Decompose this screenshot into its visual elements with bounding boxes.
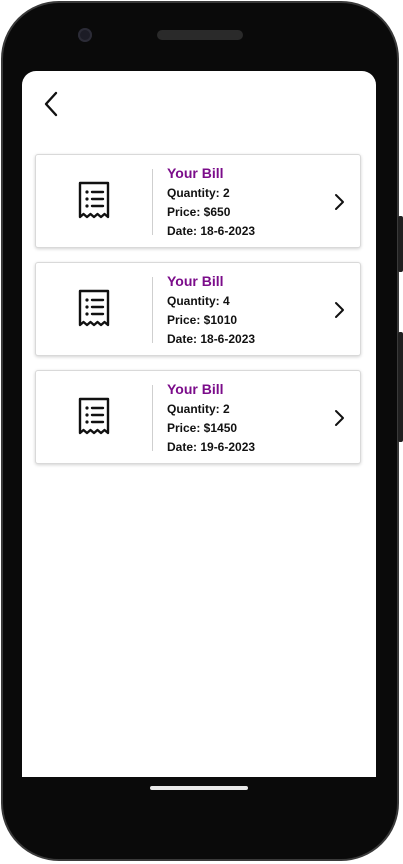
volume-button — [398, 332, 403, 442]
bill-price: Price: $1450 — [167, 421, 238, 435]
bill-quantity: Quantity: 4 — [167, 294, 230, 308]
bill-date: Date: 19-6-2023 — [167, 440, 256, 454]
front-camera — [78, 28, 92, 42]
bill-quantity: Quantity: 2 — [167, 402, 230, 416]
receipt-icon — [76, 289, 112, 329]
chevron-right-icon[interactable] — [332, 409, 346, 427]
bill-date: Date: 18-6-2023 — [167, 332, 256, 346]
bill-card[interactable]: Your Bill Quantity: 2 Price: $1450 Date:… — [35, 370, 361, 464]
earpiece-speaker — [157, 30, 243, 40]
bill-title: Your Bill — [167, 381, 224, 397]
bill-date: Date: 18-6-2023 — [167, 224, 256, 238]
app-screen: Your Bill Quantity: 2 Price: $650 Date: … — [22, 71, 376, 777]
chevron-right-icon[interactable] — [332, 193, 346, 211]
card-divider — [152, 169, 153, 235]
bill-card[interactable]: Your Bill Quantity: 4 Price: $1010 Date:… — [35, 262, 361, 356]
chevron-right-icon[interactable] — [332, 301, 346, 319]
bill-price: Price: $650 — [167, 205, 231, 219]
bill-title: Your Bill — [167, 165, 224, 181]
home-indicator[interactable] — [150, 786, 248, 790]
bill-card[interactable]: Your Bill Quantity: 2 Price: $650 Date: … — [35, 154, 361, 248]
chevron-left-icon — [44, 91, 58, 117]
card-divider — [152, 385, 153, 451]
phone-frame: Your Bill Quantity: 2 Price: $650 Date: … — [0, 0, 403, 864]
back-button[interactable] — [36, 89, 66, 119]
bill-price: Price: $1010 — [167, 313, 238, 327]
receipt-icon — [76, 181, 112, 221]
receipt-icon — [76, 397, 112, 437]
power-button — [398, 216, 403, 272]
bill-quantity: Quantity: 2 — [167, 186, 230, 200]
bill-title: Your Bill — [167, 273, 224, 289]
card-divider — [152, 277, 153, 343]
